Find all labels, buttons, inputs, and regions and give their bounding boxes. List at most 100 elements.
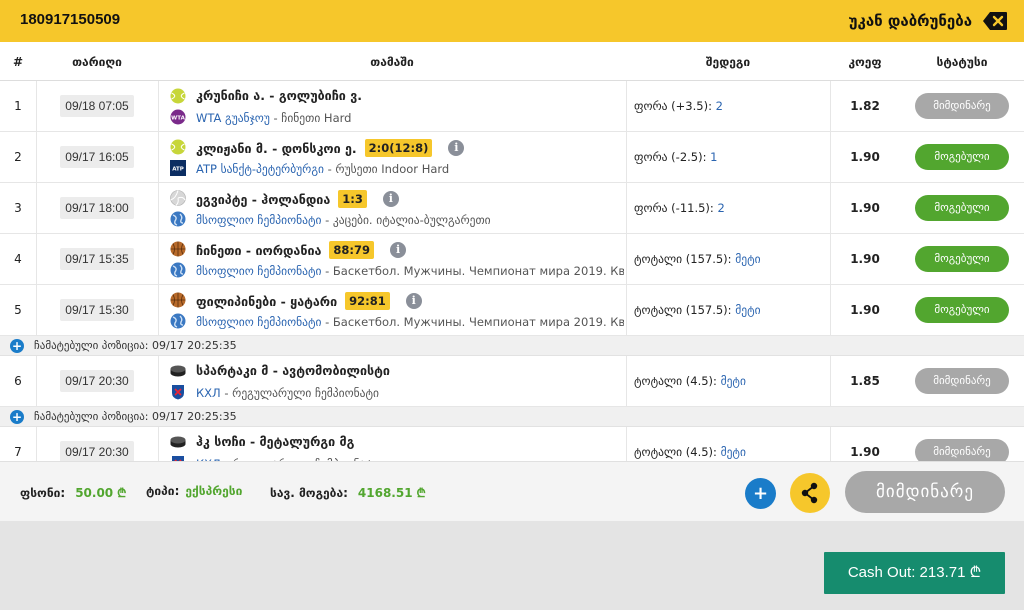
coefficient: 1.90 bbox=[850, 303, 880, 317]
divider bbox=[830, 183, 831, 234]
cash-out-button[interactable]: Cash Out: 213.71 ₾ bbox=[824, 552, 1005, 594]
outcome: ფორა (-2.5): 1 bbox=[634, 150, 717, 164]
status-button[interactable]: მიმდინარე bbox=[845, 471, 1005, 513]
note-text: ჩამატებული პოზიცია: 09/17 20:25:35 bbox=[34, 410, 237, 423]
divider bbox=[158, 285, 159, 336]
score-badge: 92:81 bbox=[345, 292, 390, 310]
match-title[interactable]: ჩინეთი - იორდანია 88:79 i bbox=[196, 241, 407, 259]
col-num: # bbox=[12, 55, 24, 69]
league-name[interactable]: ATP სანქტ-პეტერბურგი bbox=[196, 162, 324, 176]
game-cell: ჰკ სოჩი - მეტალურგი მგКХЛ - რეგულარული ჩ… bbox=[168, 432, 624, 461]
divider bbox=[36, 132, 37, 183]
match-date: 09/17 15:30 bbox=[60, 299, 134, 321]
table-header: # თარიღი თამაში შედეგი კოეფ სტატუსი bbox=[0, 42, 1024, 81]
league-detail: - ჩინეთი Hard bbox=[269, 111, 352, 125]
row-number: 2 bbox=[14, 150, 22, 164]
divider bbox=[36, 81, 37, 132]
league-name[interactable]: მსოფლიო ჩემპიონატი bbox=[196, 213, 321, 227]
match-title[interactable]: სპარტაკი მ - ავტომობილისტი bbox=[196, 363, 390, 378]
score-badge: 88:79 bbox=[329, 241, 375, 259]
match-title[interactable]: ფილიპინები - ყატარი 92:81 i bbox=[196, 292, 422, 310]
league: WTA გუანჯოუ - ჩინეთი Hard bbox=[196, 111, 624, 125]
basketball-icon bbox=[170, 292, 186, 308]
info-icon[interactable]: i bbox=[390, 242, 407, 258]
league-name[interactable]: მსოფლიო ჩემპიონატი bbox=[196, 315, 321, 329]
outcome-label: ფორა (-11.5): bbox=[634, 201, 714, 215]
bet-row: 3 09/17 18:00 ეგვიპტე - ჰოლანდია 1:3 i მსოფლი… bbox=[0, 183, 1024, 234]
divider bbox=[158, 183, 159, 234]
divider bbox=[626, 132, 627, 183]
col-date: თარიღი bbox=[72, 55, 122, 69]
col-outcome: შედეგი bbox=[705, 55, 751, 69]
outcome: ფორა (-11.5): 2 bbox=[634, 201, 725, 215]
note-text: ჩამატებული პოზიცია: 09/17 20:25:35 bbox=[34, 339, 237, 352]
match-title[interactable]: კლიჟანი მ. - დონსკოი ე. 2:0(12:8) i bbox=[196, 139, 465, 157]
divider bbox=[158, 81, 159, 132]
score-badge: 2:0(12:8) bbox=[364, 139, 433, 157]
coefficient: 1.90 bbox=[850, 201, 880, 215]
outcome-label: ტოტალი (4.5): bbox=[634, 445, 717, 459]
row-number: 4 bbox=[14, 252, 22, 266]
wta-logo-icon: WTA bbox=[170, 109, 186, 125]
teams: კლიჟანი მ. - დონსკოი ე. bbox=[196, 140, 357, 156]
match-date: 09/17 18:00 bbox=[60, 197, 134, 219]
divider bbox=[626, 81, 627, 132]
info-icon[interactable]: i bbox=[382, 191, 399, 207]
match-title[interactable]: ეგვიპტე - ჰოლანდია 1:3 i bbox=[196, 190, 399, 208]
bets-table: 1 09/18 07:05 კრუნიჩი ა. - გოლუბიჩი ვ. WTA W… bbox=[0, 81, 1024, 461]
divider bbox=[158, 427, 159, 461]
divider bbox=[158, 234, 159, 285]
league: ATP სანქტ-პეტერბურგი - რუსეთი Indoor Har… bbox=[196, 162, 624, 176]
status-badge: მოგებული bbox=[915, 195, 1009, 221]
add-button[interactable]: + bbox=[745, 478, 776, 509]
status-badge: მიმდინარე bbox=[915, 368, 1009, 394]
plus-icon[interactable]: + bbox=[10, 410, 24, 424]
currency-sign: ₾ bbox=[416, 486, 426, 500]
outcome: ტოტალი (4.5): მეტი bbox=[634, 445, 746, 459]
row-number: 6 bbox=[14, 374, 22, 388]
outcome-label: ფორა (-2.5): bbox=[634, 150, 707, 164]
divider bbox=[158, 356, 159, 407]
divider bbox=[36, 183, 37, 234]
coefficient: 1.90 bbox=[850, 150, 880, 164]
league-name[interactable]: მსოფლიო ჩემპიონატი bbox=[196, 264, 321, 278]
divider bbox=[830, 234, 831, 285]
back-button[interactable]: უკან დაბრუნება bbox=[849, 8, 1008, 34]
teams: ჰკ სოჩი - მეტალურგი მგ bbox=[196, 434, 355, 449]
league: КХЛ - რეგულარული ჩემპიონატი bbox=[196, 386, 624, 400]
teams: ჩინეთი - იორდანია bbox=[196, 242, 322, 258]
outcome-label: ტოტალი (4.5): bbox=[634, 374, 717, 388]
added-position-note: + ჩამატებული პოზიცია: 09/17 20:25:35 bbox=[0, 336, 1024, 356]
match-title[interactable]: კრუნიჩი ა. - გოლუბიჩი ვ. bbox=[196, 88, 362, 103]
coefficient: 1.82 bbox=[850, 99, 880, 113]
divider bbox=[830, 81, 831, 132]
league-detail: - Баскетбол. Мужчины. Чемпионат мира 201… bbox=[325, 315, 624, 329]
status-badge: მიმდინარე bbox=[915, 439, 1009, 461]
teams: კრუნიჩი ა. - გოლუბიჩი ვ. bbox=[196, 88, 362, 103]
back-label: უკან დაბრუნება bbox=[848, 12, 972, 30]
outcome: ტოტალი (157.5): მეტი bbox=[634, 303, 761, 317]
info-icon[interactable]: i bbox=[405, 293, 422, 309]
league-name[interactable]: КХЛ bbox=[196, 386, 221, 400]
potential-win: სავ. მოგება: 4168.51 ₾ bbox=[270, 484, 426, 501]
game-cell: კლიჟანი მ. - დონსკოი ე. 2:0(12:8) i ATP ATP … bbox=[168, 137, 624, 179]
bet-row: 5 09/17 15:30 ფილიპინები - ყატარი 92:81 i მსო… bbox=[0, 285, 1024, 336]
teams: ფილიპინები - ყატარი bbox=[196, 293, 338, 309]
match-title[interactable]: ჰკ სოჩი - მეტალურგი მგ bbox=[196, 434, 354, 449]
coefficient: 1.85 bbox=[850, 374, 880, 388]
share-button[interactable] bbox=[790, 473, 830, 513]
league-name[interactable]: WTA გუანჯოუ bbox=[196, 111, 270, 125]
divider bbox=[830, 285, 831, 336]
match-date: 09/17 15:35 bbox=[60, 248, 134, 270]
info-icon[interactable]: i bbox=[448, 140, 465, 156]
divider bbox=[830, 356, 831, 407]
outcome: ფორა (+3.5): 2 bbox=[634, 99, 723, 113]
outcome-label: ტოტალი (157.5): bbox=[634, 303, 732, 317]
plus-icon[interactable]: + bbox=[10, 339, 24, 353]
row-number: 5 bbox=[14, 303, 22, 317]
hockey-puck-icon bbox=[170, 363, 186, 379]
stake-label: ფსონი: bbox=[20, 486, 66, 500]
outcome-value: მეტი bbox=[735, 303, 761, 317]
outcome-value: მეტი bbox=[735, 252, 761, 266]
bet-row: 1 09/18 07:05 კრუნიჩი ა. - გოლუბიჩი ვ. WTA W… bbox=[0, 81, 1024, 132]
